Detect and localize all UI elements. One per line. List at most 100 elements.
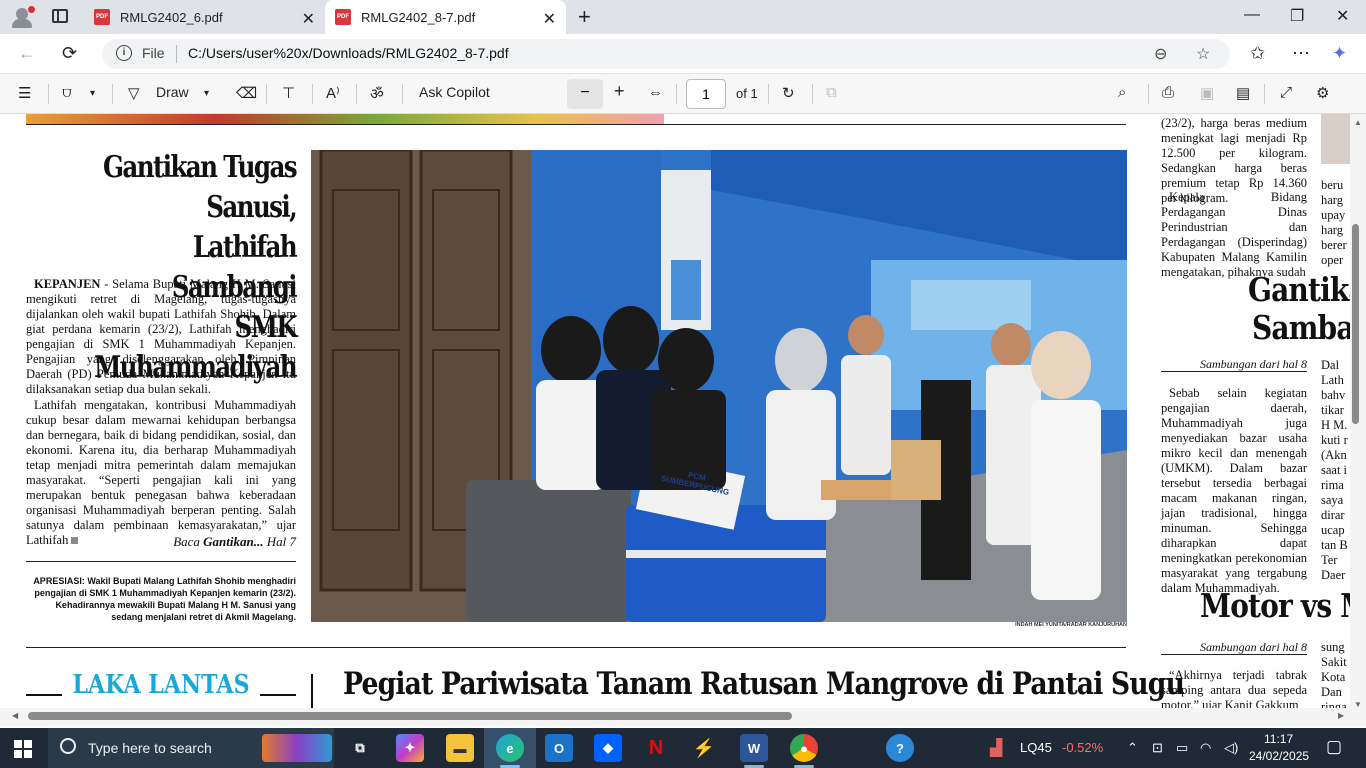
word-icon[interactable]: W	[740, 734, 768, 762]
right-column-text-4: “Akhirnya terjadi tabrak samping antara …	[1161, 668, 1307, 712]
omnibox[interactable]: i File C:/Users/user%20x/Downloads/RMLG2…	[102, 39, 1230, 69]
draw-button[interactable]: Draw	[156, 84, 189, 100]
page-view-icon[interactable]: ⧉	[826, 84, 837, 101]
print-icon[interactable]: ⎙	[1162, 84, 1174, 101]
restore-button[interactable]: ❐	[1290, 6, 1304, 26]
wifi-icon[interactable]: ◠	[1200, 740, 1211, 756]
read-aloud-icon[interactable]: A⁾	[326, 84, 340, 102]
photo-credit: INDAH MEI YUNITA/RADAR KANJURUHAN	[1015, 622, 1127, 628]
ticker-name[interactable]: LQ45	[1020, 740, 1052, 755]
zoom-out-button[interactable]: −	[567, 79, 603, 109]
tab-rmlg2402-6[interactable]: PDF RMLG2402_6.pdf ✕	[84, 0, 325, 34]
pdf-toolbar: ☰ ⩌ ▾ ▽ Draw ▾ ⌫ ⊤ A⁾ ॐ Ask Copilot − + …	[0, 74, 1366, 114]
outlook-icon[interactable]: O	[545, 734, 573, 762]
save-icon[interactable]: ▣	[1200, 84, 1214, 102]
refresh-button[interactable]: ⟳	[62, 43, 77, 64]
camera-icon[interactable]: ⊡	[1152, 740, 1163, 756]
rotate-icon[interactable]: ↻	[782, 84, 795, 102]
settings-gear-icon[interactable]: ⚙	[1316, 84, 1329, 102]
scheme-label: File	[142, 45, 165, 61]
secondary-headline: Pegiat Pariwisata Tanam Ratusan Mangrove…	[343, 666, 1185, 702]
battery-icon[interactable]: ▭	[1176, 740, 1188, 756]
netflix-icon[interactable]: N	[642, 734, 670, 762]
back-button[interactable]: ←	[18, 43, 36, 64]
decorative-banner-strip	[26, 114, 664, 124]
eraser-icon[interactable]: ⌫	[236, 84, 257, 102]
cropped-photo	[1321, 114, 1350, 164]
copilot-icon[interactable]: ✦	[1332, 43, 1347, 64]
file-explorer-icon[interactable]: ▬	[446, 734, 474, 762]
scroll-up-arrow[interactable]: ▲	[1354, 118, 1362, 127]
ticker-change: -0.52%	[1062, 740, 1104, 755]
minimize-button[interactable]: —	[1244, 6, 1260, 24]
close-tab-icon[interactable]: ✕	[302, 9, 315, 29]
info-icon[interactable]: i	[116, 45, 132, 61]
tab-actions-icon[interactable]	[52, 9, 68, 23]
photo-caption: APRESIASI: Wakil Bupati Malang Lathifah …	[33, 576, 296, 622]
zoom-icon[interactable]: ⊖	[1154, 44, 1167, 64]
profile-icon[interactable]	[10, 6, 35, 28]
dropbox-icon[interactable]: ◆	[594, 734, 622, 762]
horizontal-scroll-thumb[interactable]	[28, 712, 792, 720]
edge-browser-icon[interactable]: e	[496, 734, 524, 762]
section-label-laka-lantas: LAKA LANTAS	[72, 670, 250, 700]
chevron-down-icon[interactable]: ▾	[90, 88, 95, 99]
favorite-star-icon[interactable]: ☆	[1196, 44, 1210, 64]
continuation-label: Sambungan dari hal 8	[1199, 640, 1307, 654]
capcut-icon[interactable]: ⚡	[690, 734, 718, 762]
tab-title: RMLG2402_6.pdf	[120, 9, 223, 25]
address-bar: ← ⟳ i File C:/Users/user%20x/Downloads/R…	[0, 34, 1366, 74]
vertical-scroll-thumb[interactable]	[1352, 224, 1359, 424]
stock-chart-icon[interactable]: ▟	[990, 738, 1002, 758]
help-icon[interactable]: ?	[886, 734, 914, 762]
chrome-icon[interactable]: ●	[790, 734, 818, 762]
notifications-icon[interactable]: ▢	[1326, 737, 1342, 757]
right-headline-1-line-1: Gantika	[1248, 270, 1366, 309]
search-icon	[60, 738, 76, 754]
scroll-left-arrow[interactable]: ◀	[12, 711, 18, 720]
menu-icon[interactable]: ⋯	[1292, 43, 1310, 64]
search-highlight-icon[interactable]	[262, 734, 332, 762]
windows-taskbar: Type here to search ⧉ ✦ ▬ e O ◆ N ⚡ W ● …	[0, 728, 1366, 768]
right-fragment-column-c: sung Sakit Kota Dan ringa	[1321, 640, 1347, 714]
text-box-icon[interactable]: ⊤	[282, 84, 295, 102]
article-paragraph-1: KEPANJEN - Selama Bupati Malang H M. San…	[26, 277, 296, 396]
save-as-icon[interactable]: ▤	[1236, 84, 1250, 102]
contents-icon[interactable]: ☰	[18, 84, 31, 102]
url-text[interactable]: C:/Users/user%20x/Downloads/RMLG2402_8-7…	[188, 45, 509, 61]
highlight-icon[interactable]: ⩌	[62, 84, 72, 101]
search-icon[interactable]: ⌕	[1118, 84, 1126, 101]
translate-icon[interactable]: ॐ	[370, 84, 384, 104]
tab-title: RMLG2402_8-7.pdf	[361, 9, 476, 25]
pdf-file-icon: PDF	[94, 9, 110, 25]
scroll-right-arrow[interactable]: ▶	[1338, 711, 1344, 720]
windows-start-icon[interactable]	[14, 740, 32, 758]
draw-icon[interactable]: ▽	[128, 84, 140, 102]
close-tab-icon[interactable]: ✕	[543, 9, 556, 29]
scroll-down-arrow[interactable]: ▼	[1354, 700, 1362, 709]
new-tab-button[interactable]: +	[578, 4, 591, 30]
zoom-in-button[interactable]: +	[614, 81, 625, 102]
copilot-app-icon[interactable]: ✦	[396, 734, 424, 762]
article-paragraph-2: Lathifah mengatakan, kontribusi Muhammad…	[26, 398, 296, 547]
close-window-button[interactable]: ✕	[1336, 6, 1349, 26]
clock-date[interactable]: 24/02/2025	[1249, 749, 1309, 763]
ask-copilot-button[interactable]: Ask Copilot	[419, 84, 490, 100]
task-view-icon[interactable]: ⧉	[346, 734, 374, 762]
clock-time[interactable]: 11:17	[1264, 732, 1293, 746]
search-placeholder[interactable]: Type here to search	[88, 740, 212, 756]
tab-rmlg2402-8-7[interactable]: PDF RMLG2402_8-7.pdf ✕	[325, 0, 566, 34]
fit-page-icon[interactable]: ⇔	[648, 84, 663, 101]
fullscreen-icon[interactable]: ⤢	[1280, 84, 1292, 101]
right-headline-2: Motor vs M	[1200, 586, 1366, 625]
continuation-label: Sambungan dari hal 8	[1199, 357, 1307, 371]
volume-icon[interactable]: ◁)	[1224, 740, 1238, 756]
favorites-icon[interactable]: ✩	[1250, 43, 1265, 64]
chevron-down-icon[interactable]: ▾	[204, 88, 209, 99]
right-headline-1-line-2: Samba	[1252, 308, 1355, 347]
page-number-input[interactable]: 1	[686, 79, 726, 109]
page-total: of 1	[736, 86, 758, 101]
pdf-viewport[interactable]: Gantikan Tugas Sanusi, Lathifah Sambangi…	[0, 114, 1366, 726]
article-photo: PCM SUMBERPUCUNG	[311, 150, 1127, 622]
show-hidden-icons-icon[interactable]: ⌃	[1127, 740, 1138, 756]
